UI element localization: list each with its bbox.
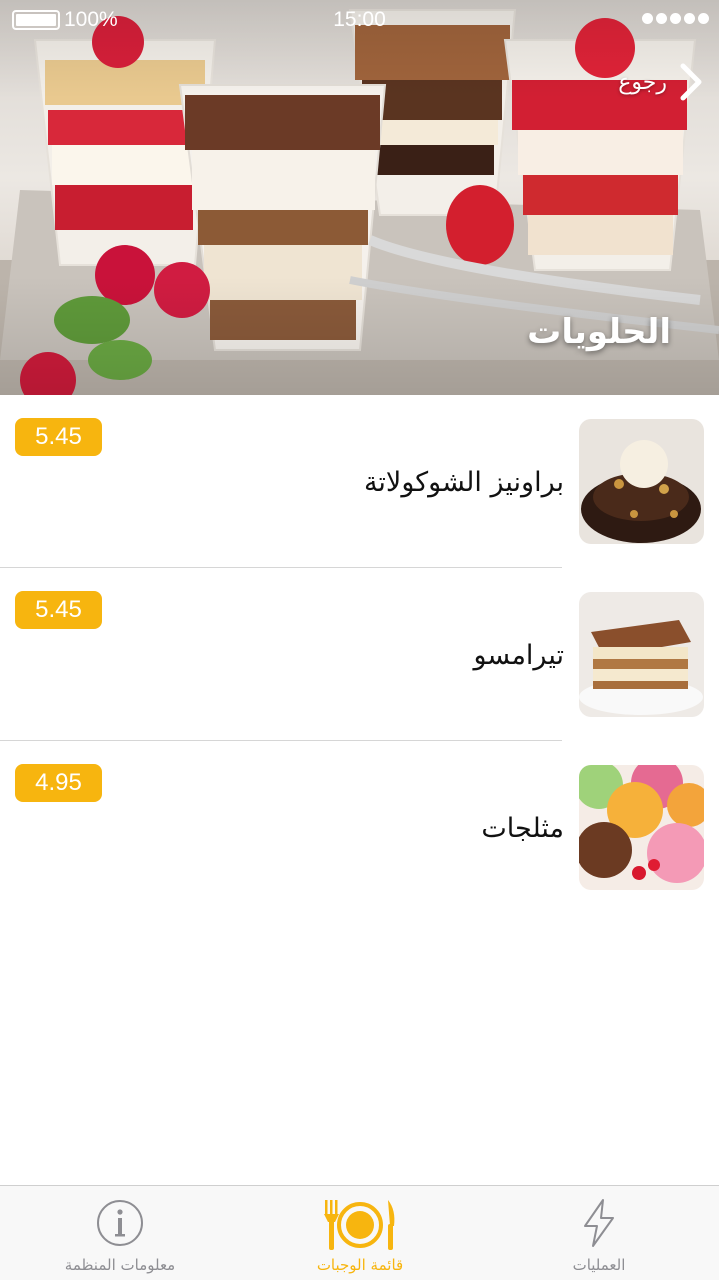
tiramisu-thumbnail [579,592,704,717]
back-button[interactable]: رجوع [618,60,705,104]
tab-label: قائمة الوجبات [316,1256,404,1274]
menu-item[interactable]: 5.45 براونيز الشوكولاتة [0,395,719,568]
tab-operations[interactable]: العمليات [479,1186,719,1280]
tab-label: العمليات [572,1256,626,1274]
menu-item[interactable]: 5.45 تيرامسو [0,568,719,741]
tab-label: معلومات المنظمة [64,1256,176,1274]
ice-cream-thumbnail [579,765,704,890]
signal-strength-icon [642,13,709,24]
menu-item-name: مثلجات [481,813,564,844]
menu-item-name: تيرامسو [473,640,564,671]
menu-item[interactable]: 4.95 مثلجات [0,741,719,914]
status-bar: 100% 15:00 [0,0,719,40]
menu-list: 5.45 براونيز الشوكولاتة 5.45 تيرامسو 4.9… [0,395,719,914]
tab-bar: معلومات المنظمة قائمة الوجبات العمليات [0,1185,719,1280]
category-title: الحلويات [527,312,671,352]
status-time: 15:00 [333,8,386,31]
chevron-right-icon [680,63,702,101]
price-badge: 5.45 [15,591,102,629]
tab-meals-menu[interactable]: قائمة الوجبات [240,1186,480,1280]
price-badge: 4.95 [15,764,102,802]
plate-cutlery-icon [324,1200,395,1250]
info-icon [97,1200,143,1246]
tab-organization-info[interactable]: معلومات المنظمة [0,1186,240,1280]
lightning-icon [584,1199,614,1247]
back-label: رجوع [618,69,667,95]
price-badge: 5.45 [15,418,102,456]
header-hero: 100% 15:00 رجوع الحلويات [0,0,719,395]
brownie-thumbnail [579,419,704,544]
menu-item-name: براونيز الشوكولاتة [363,467,564,498]
